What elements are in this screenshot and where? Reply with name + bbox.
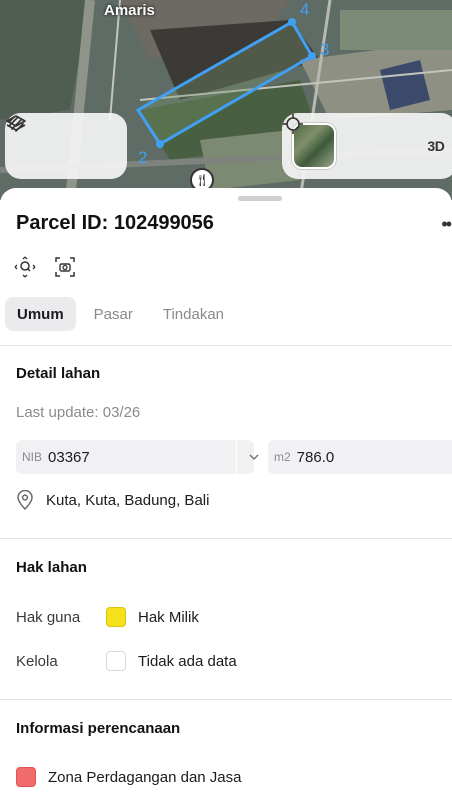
tab-tindakan[interactable]: Tindakan	[151, 297, 236, 331]
rights-value: Hak Milik	[138, 608, 199, 626]
map-tools-left	[5, 113, 127, 179]
zone-row: Zona Perdagangan dan Jasa	[16, 767, 241, 787]
status-swatch	[106, 607, 126, 627]
location-pin-icon	[17, 490, 33, 510]
field-separator	[236, 440, 237, 474]
divider	[0, 699, 452, 700]
last-update-text: Last update: 03/26	[16, 404, 141, 421]
crosshair-locate-icon	[283, 114, 303, 134]
nib-dropdown-button[interactable]	[238, 440, 270, 474]
rights-value: Tidak ada data	[138, 652, 237, 670]
zone-swatch	[16, 767, 36, 787]
parcel-vertex-label: 4	[300, 0, 310, 19]
sheet-drag-handle[interactable]	[238, 196, 282, 201]
chevron-down-icon	[249, 454, 259, 461]
map-place-label: Amaris	[104, 2, 155, 19]
divider	[0, 345, 452, 346]
draw-measure-icon	[8, 116, 24, 132]
locate-button[interactable]	[283, 114, 396, 168]
screenshot-camera-icon	[55, 257, 75, 277]
tab-bar: Umum Pasar Tindakan	[5, 297, 236, 331]
nib-value: 03367	[48, 448, 90, 466]
draw-measure-button[interactable]	[8, 116, 114, 168]
screenshot-button[interactable]	[54, 256, 76, 278]
satellite-map[interactable]: Amaris 2 3 4 3D 🍴︎	[0, 0, 452, 200]
nib-prefix: NIB	[22, 450, 43, 464]
parcel-vertex-label: 3	[320, 40, 330, 59]
parcel-title: Parcel ID: 102499056	[16, 212, 214, 234]
zone-text: Zona Perdagangan dan Jasa	[48, 768, 242, 786]
area-field[interactable]: m2 786.0	[268, 440, 452, 474]
section-title-detail: Detail lahan	[16, 365, 101, 382]
nib-field[interactable]: NIB 03367	[16, 440, 259, 474]
rights-key: Hak guna	[16, 608, 81, 626]
zoom-to-parcel-button[interactable]	[14, 256, 36, 278]
area-value: 786.0	[296, 448, 335, 466]
tab-pasar[interactable]: Pasar	[82, 297, 145, 331]
section-title-planning: Informasi perencanaan	[16, 720, 181, 737]
zoom-to-parcel-icon	[14, 256, 36, 278]
location-text: Kuta, Kuta, Badung, Bali	[46, 491, 210, 509]
parcel-vertex-label: 2	[138, 148, 148, 167]
rights-row-hak-guna: Hak guna Hak Milik	[16, 607, 199, 627]
rights-key: Kelola	[16, 652, 58, 670]
area-unit: m2	[274, 450, 291, 464]
parcel-bottom-sheet: Parcel ID: 102499056 •• Umum Pasar Tinda…	[0, 188, 452, 804]
3d-toggle-button[interactable]: 3D	[415, 124, 452, 168]
location-row: Kuta, Kuta, Badung, Bali	[16, 490, 209, 510]
status-swatch	[106, 651, 126, 671]
section-title-rights: Hak lahan	[16, 559, 87, 576]
map-tools-right: 3D	[282, 113, 452, 179]
tab-umum[interactable]: Umum	[5, 297, 76, 331]
rights-row-kelola: Kelola Tidak ada data	[16, 651, 237, 671]
more-dots-icon[interactable]: ••	[441, 214, 452, 235]
divider	[0, 538, 452, 539]
